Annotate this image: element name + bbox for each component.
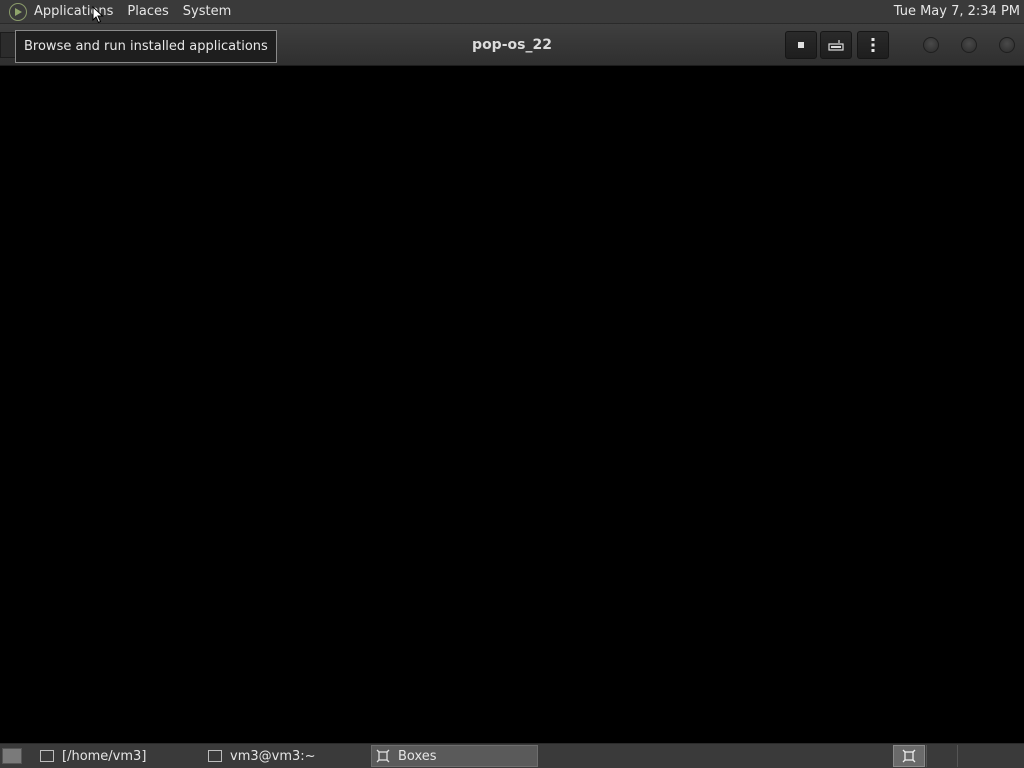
boxes-icon — [376, 749, 390, 763]
minimize-button[interactable] — [923, 37, 939, 53]
show-desktop-icon[interactable] — [2, 748, 22, 764]
applications-tooltip: Browse and run installed applications — [15, 30, 277, 63]
task-label: Boxes — [398, 748, 437, 764]
bottom-panel: [/home/vm3] vm3@vm3:~ Boxes — [0, 743, 1024, 768]
clock[interactable]: Tue May 7, 2:34 PM — [894, 4, 1024, 19]
maximize-button[interactable] — [961, 37, 977, 53]
menu-system[interactable]: System — [176, 0, 238, 24]
boxes-icon — [902, 749, 916, 763]
folder-window-icon — [40, 750, 54, 762]
mouse-cursor-icon — [92, 6, 104, 24]
menu-applications[interactable]: Applications — [33, 0, 120, 24]
keyboard-icon — [828, 40, 844, 51]
task-terminal[interactable]: vm3@vm3:~ — [204, 745, 368, 767]
task-label: vm3@vm3:~ — [230, 748, 316, 764]
menu-places[interactable]: Places — [120, 0, 175, 24]
terminal-icon — [208, 750, 222, 762]
close-button[interactable] — [999, 37, 1015, 53]
more-options-button[interactable] — [857, 31, 889, 59]
vm-display[interactable] — [0, 66, 1024, 743]
stop-button[interactable] — [785, 31, 817, 59]
task-boxes[interactable]: Boxes — [371, 745, 538, 767]
task-label: [/home/vm3] — [62, 748, 147, 764]
task-file-manager[interactable]: [/home/vm3] — [36, 745, 200, 767]
workspace-2-button[interactable] — [926, 745, 958, 767]
keyboard-button[interactable] — [820, 31, 852, 59]
workspace-1-button[interactable] — [893, 745, 925, 767]
more-vertical-icon — [871, 38, 875, 52]
stop-icon — [798, 42, 804, 48]
top-panel: Applications Places System Tue May 7, 2:… — [0, 0, 1024, 24]
applications-logo-icon[interactable] — [9, 2, 27, 21]
